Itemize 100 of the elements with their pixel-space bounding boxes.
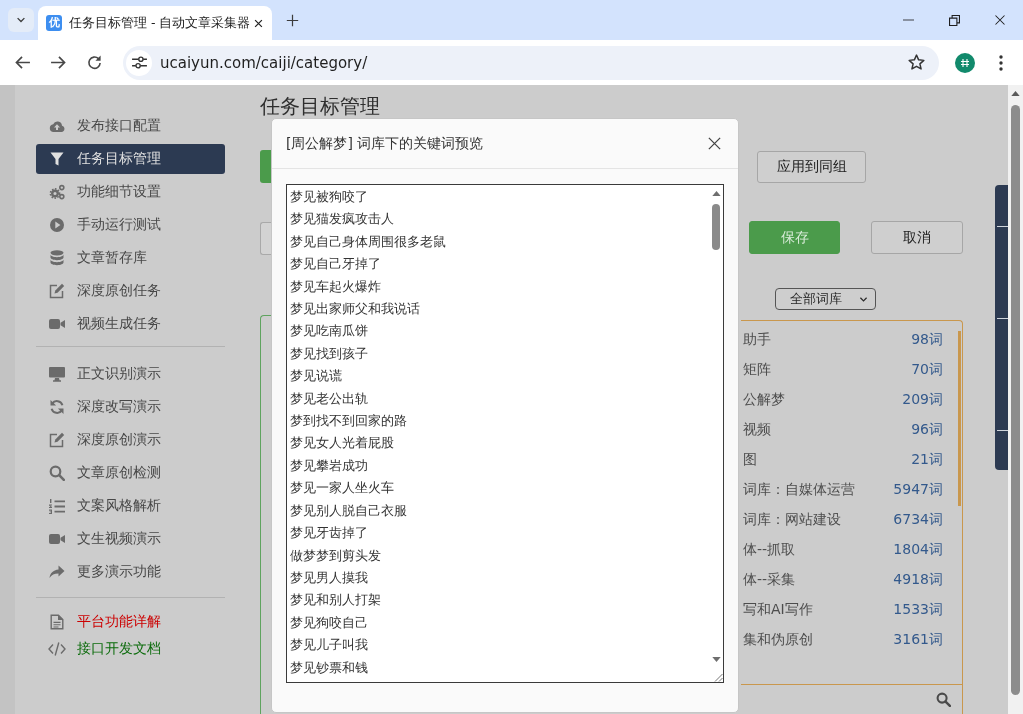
sidebar-item[interactable]: 文生视频演示 <box>36 524 225 554</box>
share-arrow-icon <box>49 565 65 579</box>
scrollbar-thumb[interactable] <box>712 204 720 250</box>
word-count: 4918词 <box>893 571 943 589</box>
keyword-line: 梦见自己牙掉了 <box>290 255 381 274</box>
reload-icon <box>86 55 102 70</box>
word-count: 5947词 <box>893 481 943 499</box>
sidebar-item[interactable]: 深度原创演示 <box>36 425 225 455</box>
library-name[interactable]: 公解梦 <box>743 391 785 409</box>
avatar-icon <box>955 52 975 73</box>
tab-list-button[interactable] <box>8 8 34 32</box>
profile-button[interactable] <box>953 50 977 75</box>
search-icon <box>49 465 65 481</box>
sidebar-item[interactable]: 深度改写演示 <box>36 392 225 422</box>
library-name[interactable]: 矩阵 <box>743 361 771 379</box>
keyword-line: 梦见和别人打架 <box>290 591 381 610</box>
library-name[interactable]: 视频 <box>743 421 771 439</box>
favicon: 优 <box>46 15 62 31</box>
library-name[interactable]: 集和伪原创 <box>743 631 813 649</box>
keyword-line: 梦见别人脱自己衣服 <box>290 501 407 520</box>
library-name[interactable]: 体--采集 <box>743 571 796 589</box>
scroll-down-icon[interactable] <box>711 657 721 662</box>
library-name[interactable]: 图 <box>743 451 757 469</box>
keyword-line: 梦见老公出轨 <box>290 389 368 408</box>
sidebar-item[interactable]: 正文识别演示 <box>36 359 225 389</box>
scrollbar-thumb[interactable] <box>1011 105 1020 695</box>
site-info-button[interactable] <box>126 49 152 76</box>
keyword-line: 梦到找不到回家的路 <box>290 412 407 431</box>
keyword-line: 梦见说谎 <box>290 367 342 386</box>
sidebar-item[interactable]: 发布接口配置 <box>36 111 225 141</box>
word-count: 3161词 <box>893 631 943 649</box>
button[interactable]: 应用到同组 <box>757 151 866 183</box>
scroll-up-icon[interactable] <box>711 191 721 196</box>
sidebar-item[interactable]: 手动运行测试 <box>36 210 225 240</box>
library-name[interactable]: 词库：网站建设 <box>743 511 841 529</box>
partial-input-field[interactable] <box>260 222 271 255</box>
video-camera-icon <box>49 533 65 545</box>
refresh-icon <box>49 399 65 415</box>
library-select[interactable]: 全部词库 <box>775 288 876 310</box>
database-icon <box>50 250 64 266</box>
keyword-line: 梦见儿子叫我 <box>290 636 368 655</box>
sidebar-item[interactable]: 功能细节设置 <box>36 177 225 207</box>
word-count: 1804词 <box>893 541 943 559</box>
sidebar-item[interactable]: 平台功能详解 <box>36 610 225 634</box>
dialog-title: [周公解梦] 词库下的关键词预览 <box>286 134 484 153</box>
word-count: 70词 <box>911 361 943 379</box>
search-icon[interactable] <box>936 692 951 707</box>
sidebar-item[interactable]: 视频生成任务 <box>36 309 225 339</box>
library-name[interactable]: 词库：自媒体运营 <box>743 481 855 499</box>
browser-tab[interactable]: 优 任务目标管理 - 自动文章采集器 <box>38 6 272 40</box>
library-name[interactable]: 体--抓取 <box>743 541 796 559</box>
library-name[interactable]: 写和AI写作 <box>743 601 813 619</box>
monitor-icon <box>49 366 65 382</box>
edit-icon <box>49 283 65 299</box>
word-count: 6734词 <box>893 511 943 529</box>
sidebar-item[interactable]: 文案风格解析 <box>36 491 225 521</box>
keyword-line: 梦见攀岩成功 <box>290 456 368 475</box>
keyword-line: 做梦梦到剪头发 <box>290 546 381 565</box>
close-icon <box>706 136 722 151</box>
keyword-line: 梦见车起火爆炸 <box>290 277 381 296</box>
numbered-list-icon <box>49 498 65 514</box>
star-icon <box>907 54 925 71</box>
address-bar[interactable]: ucaiyun.com/caiji/category/ <box>123 45 939 80</box>
minimize-icon <box>902 19 914 21</box>
keyword-line: 梦见吃南瓜饼 <box>290 322 368 341</box>
sidebar-item[interactable]: 任务目标管理 <box>36 144 225 174</box>
keyword-line: 梦见狗咬自己 <box>290 613 368 632</box>
keyword-line: 梦见男人摸我 <box>290 568 368 587</box>
scroll-up-icon[interactable] <box>1011 91 1020 96</box>
word-count: 98词 <box>911 331 943 349</box>
sidebar-item[interactable]: 更多演示功能 <box>36 557 225 587</box>
button[interactable]: 取消 <box>871 221 963 254</box>
scrollbar-thumb[interactable] <box>958 331 961 506</box>
library-name[interactable]: 助手 <box>743 331 771 349</box>
forward-arrow-icon <box>50 56 66 69</box>
close-icon <box>994 14 1006 26</box>
sidebar-item[interactable]: 文章暂存库 <box>36 243 225 273</box>
sidebar-item[interactable]: 深度原创任务 <box>36 276 225 306</box>
word-count: 209词 <box>902 391 943 409</box>
code-icon <box>48 642 66 656</box>
restore-icon <box>948 14 960 26</box>
keyword-line: 梦见一家人坐火车 <box>290 479 394 498</box>
plus-icon <box>285 13 299 27</box>
document-icon <box>50 614 64 630</box>
sidebar-item[interactable]: 文章原创检测 <box>36 458 225 488</box>
kebab-menu-icon <box>999 54 1003 71</box>
scrollbar[interactable] <box>1008 85 1023 714</box>
keyword-textarea[interactable]: 梦见被狗咬了 梦见猫发疯攻击人 梦见自己身体周围很多老鼠 梦见自己牙掉了 梦见车起火爆炸 梦见出家师父和我说话 梦见吃南瓜饼 梦见找到孩子 梦见说谎 梦见老公出轨 梦到找不到回家的路 梦见女人光着屁股 梦见攀岩成功 梦见一家人坐火车 梦见别人脱自己衣服 梦见牙齿掉了 做梦梦到剪头发 梦见男人摸我 梦见和别人打架 梦见狗咬自己 梦见儿子叫我 梦见钞票和钱 <box>286 184 724 683</box>
keyword-line: 梦见牙齿掉了 <box>290 524 368 543</box>
keyword-line: 梦见自己身体周围很多老鼠 <box>290 232 446 251</box>
word-count: 96词 <box>911 421 943 439</box>
keyword-line: 梦见女人光着屁股 <box>290 434 394 453</box>
cloud-upload-icon <box>49 119 65 133</box>
word-count: 21词 <box>911 451 943 469</box>
close-icon <box>253 18 263 28</box>
gears-icon <box>49 184 65 200</box>
keyword-line: 梦见猫发疯攻击人 <box>290 210 394 229</box>
edit-icon <box>49 432 65 448</box>
page-title: 任务目标管理 <box>260 95 380 117</box>
sidebar-item[interactable]: 接口开发文档 <box>36 637 225 661</box>
